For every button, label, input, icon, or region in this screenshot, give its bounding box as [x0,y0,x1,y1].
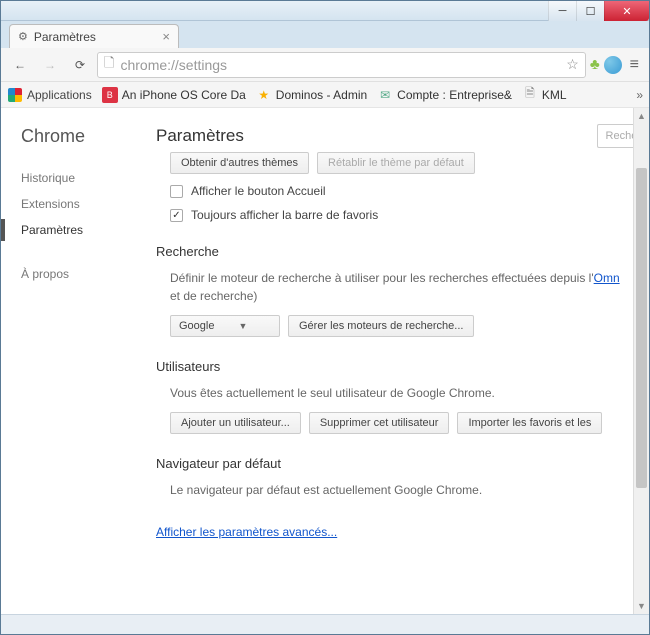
omnibox-link[interactable]: Omn [594,271,620,285]
bookmarks-overflow-icon[interactable]: » [636,88,643,102]
sidebar-item-extensions[interactable]: Extensions [21,191,156,217]
profile-avatar[interactable] [604,56,622,74]
search-engine-value: Google [179,320,214,332]
apps-icon [8,88,22,102]
get-themes-button[interactable]: Obtenir d'autres thèmes [170,152,309,174]
content-area: Chrome Historique Extensions Paramètres … [1,108,649,614]
bookmark-item[interactable]: ★ Dominos - Admin [256,87,367,103]
search-description: Définir le moteur de recherche à utilise… [170,269,631,305]
back-button[interactable]: ← [7,52,33,78]
android-icon[interactable]: ♣ [590,56,600,73]
show-bookbar-label: Toujours afficher la barre de favoris [191,208,378,222]
manage-engines-button[interactable]: Gérer les moteurs de recherche... [288,315,474,337]
delete-user-button[interactable]: Supprimer cet utilisateur [309,412,450,434]
search-engine-select[interactable]: Google ▼ [170,315,280,337]
apps-label: Applications [27,88,92,102]
section-users: Utilisateurs Vous êtes actuellement le s… [156,359,631,434]
section-search: Recherche Définir le moteur de recherche… [156,244,631,337]
forward-button[interactable]: → [37,52,63,78]
brand-title: Chrome [21,126,156,147]
checkbox-icon[interactable] [170,185,183,198]
show-home-checkbox-row[interactable]: Afficher le bouton Accueil [170,184,631,198]
bookmark-label: An iPhone OS Core Da [122,88,246,102]
bookmarks-bar: Applications B An iPhone OS Core Da ★ Do… [1,82,649,108]
toolbar: ← → ⟳ 🗋 ☆ ♣ ≡ [1,48,649,82]
bookmark-label: Compte : Entreprise& [397,88,512,102]
browser-window: ─ ☐ ✕ ⚙ Paramètres × ← → ⟳ 🗋 ☆ ♣ ≡ Appli… [0,0,650,635]
bookmark-label: Dominos - Admin [276,88,367,102]
bookmark-item[interactable]: B An iPhone OS Core Da [102,87,246,103]
reload-button[interactable]: ⟳ [67,52,93,78]
users-description: Vous êtes actuellement le seul utilisate… [170,384,631,402]
page-title: Paramètres [156,126,244,146]
checkbox-checked-icon[interactable] [170,209,183,222]
sidebar-item-about[interactable]: À propos [21,261,156,287]
reset-theme-button[interactable]: Rétablir le thème par défaut [317,152,475,174]
scrollbar[interactable]: ▲ ▼ [633,108,649,614]
scroll-up-icon[interactable]: ▲ [634,108,649,124]
tab-close-icon[interactable]: × [162,29,170,44]
advanced-settings-link[interactable]: Afficher les paramètres avancés... [156,525,337,539]
scroll-down-icon[interactable]: ▼ [634,598,649,614]
show-home-label: Afficher le bouton Accueil [191,184,326,198]
sidebar-item-settings[interactable]: Paramètres [21,217,156,243]
bookmark-icon: B [102,87,118,103]
sidebar-item-history[interactable]: Historique [21,165,156,191]
add-user-button[interactable]: Ajouter un utilisateur... [170,412,301,434]
apps-shortcut[interactable]: Applications [7,87,92,103]
users-heading: Utilisateurs [156,359,631,374]
settings-scroll: Apparence Obtenir d'autres thèmes Rétabl… [156,152,649,614]
window-maximize-button[interactable]: ☐ [576,1,604,21]
menu-icon[interactable]: ≡ [626,56,643,74]
bookmark-item[interactable]: 🗎 KML [522,87,567,103]
gear-icon: ⚙ [18,30,28,43]
search-heading: Recherche [156,244,631,259]
scrollbar-thumb[interactable] [636,168,647,488]
bookmark-label: KML [542,88,567,102]
default-browser-heading: Navigateur par défaut [156,456,631,471]
show-bookbar-checkbox-row[interactable]: Toujours afficher la barre de favoris [170,208,631,222]
section-default-browser: Navigateur par défaut Le navigateur par … [156,456,631,499]
import-bookmarks-button[interactable]: Importer les favoris et les [457,412,602,434]
window-minimize-button[interactable]: ─ [548,1,576,21]
bookmark-star-icon[interactable]: ☆ [566,56,579,73]
section-appearance: Apparence Obtenir d'autres thèmes Rétabl… [156,152,631,222]
tab-title: Paramètres [34,30,96,44]
bookmark-icon: ★ [256,87,272,103]
bookmark-icon: ✉ [377,87,393,103]
bookmark-icon: 🗎 [522,87,538,103]
url-input[interactable] [120,57,560,73]
window-close-button[interactable]: ✕ [604,1,649,21]
settings-sidebar: Chrome Historique Extensions Paramètres … [1,108,156,614]
status-bar [1,614,649,634]
site-icon: 🗋 [104,54,114,76]
window-titlebar: ─ ☐ ✕ [1,1,649,21]
tab-settings[interactable]: ⚙ Paramètres × [9,24,179,48]
window-buttons: ─ ☐ ✕ [548,1,649,21]
settings-header: Paramètres Recher [156,108,649,152]
default-browser-description: Le navigateur par défaut est actuellemen… [170,481,631,499]
caret-down-icon: ▼ [238,321,247,331]
settings-main: Paramètres Recher Apparence Obtenir d'au… [156,108,649,614]
tab-strip: ⚙ Paramètres × [1,21,649,48]
bookmark-item[interactable]: ✉ Compte : Entreprise& [377,87,512,103]
omnibox[interactable]: 🗋 ☆ [97,52,586,78]
